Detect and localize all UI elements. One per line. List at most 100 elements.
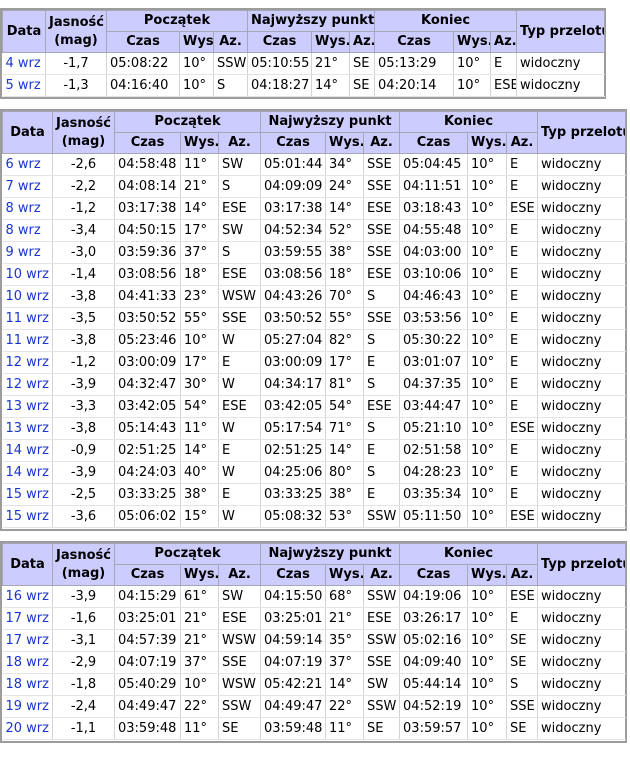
date-link[interactable]: 11 wrz <box>6 333 49 348</box>
start-altitude-cell: 11° <box>180 153 219 176</box>
start-azimuth-cell: SSE <box>218 307 262 330</box>
date-link[interactable]: 12 wrz <box>6 355 49 370</box>
end-altitude-cell: 10° <box>467 219 508 242</box>
start-time-cell: 05:14:43 <box>114 417 181 440</box>
date-link[interactable]: 4 wrz <box>6 56 41 71</box>
start-azimuth-cell: SW <box>218 153 262 176</box>
pass-type-cell: widoczny <box>537 263 626 286</box>
date-link[interactable]: 10 wrz <box>6 267 49 282</box>
date-link[interactable]: 13 wrz <box>6 421 49 436</box>
peak-time-cell: 04:52:34 <box>260 219 327 242</box>
date-link[interactable]: 17 wrz <box>6 633 49 648</box>
end-altitude-cell: 10° <box>467 263 508 286</box>
date-link[interactable]: 5 wrz <box>6 78 41 93</box>
peak-altitude-cell: 55° <box>325 307 365 330</box>
table-row: 16 wrz -3,9 04:15:29 61° SW 04:15:50 68° SSW 04:… <box>2 585 626 608</box>
date-link[interactable]: 18 wrz <box>6 677 49 692</box>
peak-altitude-cell: 18° <box>325 263 365 286</box>
start-time-cell: 04:07:19 <box>114 651 181 674</box>
end-time-cell: 04:19:06 <box>399 585 469 608</box>
header-end-time: Czas <box>399 132 469 154</box>
date-link[interactable]: 12 wrz <box>6 377 49 392</box>
date-link[interactable]: 14 wrz <box>6 465 49 480</box>
start-altitude-cell: 15° <box>180 505 219 528</box>
date-link[interactable]: 14 wrz <box>6 443 49 458</box>
start-altitude-cell: 14° <box>180 197 219 220</box>
start-time-cell: 03:25:01 <box>114 607 181 630</box>
start-altitude-cell: 11° <box>180 717 219 740</box>
end-altitude-cell: 10° <box>467 629 508 652</box>
date-link[interactable]: 18 wrz <box>6 655 49 670</box>
header-pass-type: Typ przelotu <box>537 111 627 154</box>
peak-time-cell: 05:42:21 <box>260 673 327 696</box>
date-link[interactable]: 10 wrz <box>6 289 49 304</box>
date-link[interactable]: 7 wrz <box>6 179 41 194</box>
pass-type-cell: widoczny <box>537 629 626 652</box>
peak-altitude-cell: 14° <box>311 74 351 97</box>
date-link[interactable]: 17 wrz <box>6 611 49 626</box>
start-time-cell: 05:23:46 <box>114 329 181 352</box>
pass-type-cell: widoczny <box>516 52 605 75</box>
pass-type-cell: widoczny <box>537 241 626 264</box>
start-altitude-cell: 11° <box>180 417 219 440</box>
start-time-cell: 04:16:40 <box>106 74 180 97</box>
date-link[interactable]: 16 wrz <box>6 589 49 604</box>
header-peak: Najwyższy punkt <box>260 543 401 565</box>
date-link[interactable]: 8 wrz <box>6 223 41 238</box>
date-link[interactable]: 9 wrz <box>6 245 41 260</box>
peak-time-cell: 04:25:06 <box>260 461 327 484</box>
peak-time-cell: 04:15:50 <box>260 585 327 608</box>
end-time-cell: 04:55:48 <box>399 219 469 242</box>
peak-altitude-cell: 21° <box>325 607 365 630</box>
date-link[interactable]: 8 wrz <box>6 201 41 216</box>
end-time-cell: 03:44:47 <box>399 395 469 418</box>
date-cell: 15 wrz <box>2 505 53 528</box>
peak-azimuth-cell: SSE <box>363 241 401 264</box>
date-link[interactable]: 15 wrz <box>6 509 49 524</box>
date-cell: 4 wrz <box>2 52 46 75</box>
end-time-cell: 04:46:43 <box>399 285 469 308</box>
date-link[interactable]: 11 wrz <box>6 311 49 326</box>
end-altitude-cell: 10° <box>467 351 508 374</box>
pass-type-cell: widoczny <box>537 607 626 630</box>
start-time-cell: 03:33:25 <box>114 483 181 506</box>
peak-azimuth-cell: SE <box>349 52 376 75</box>
date-link[interactable]: 20 wrz <box>6 721 49 736</box>
header-start-time: Czas <box>114 564 181 586</box>
date-link[interactable]: 19 wrz <box>6 699 49 714</box>
header-start-altitude: Wys. <box>180 564 219 586</box>
end-altitude-cell: 10° <box>467 439 508 462</box>
end-altitude-cell: 10° <box>467 175 508 198</box>
header-end-time: Czas <box>374 31 455 53</box>
start-time-cell: 05:06:02 <box>114 505 181 528</box>
end-azimuth-cell: E <box>506 351 539 374</box>
header-date: Data <box>2 111 53 154</box>
start-altitude-cell: 14° <box>180 439 219 462</box>
end-time-cell: 03:35:34 <box>399 483 469 506</box>
peak-time-cell: 05:08:32 <box>260 505 327 528</box>
date-link[interactable]: 15 wrz <box>6 487 49 502</box>
date-cell: 11 wrz <box>2 329 53 352</box>
pass-type-cell: widoczny <box>537 585 626 608</box>
peak-time-cell: 03:50:52 <box>260 307 327 330</box>
date-link[interactable]: 6 wrz <box>6 157 41 172</box>
table-row: 18 wrz -1,8 05:40:29 10° WSW 05:42:21 14° SW 05:… <box>2 673 626 696</box>
pass-type-cell: widoczny <box>537 329 626 352</box>
start-altitude-cell: 37° <box>180 241 219 264</box>
header-peak-altitude: Wys. <box>325 564 365 586</box>
table-row: 15 wrz -2,5 03:33:25 38° E 03:33:25 38° E 03:35:… <box>2 483 626 506</box>
start-time-cell: 04:58:48 <box>114 153 181 176</box>
peak-altitude-cell: 24° <box>325 175 365 198</box>
pass-type-cell: widoczny <box>537 695 626 718</box>
end-azimuth-cell: SE <box>506 717 539 740</box>
end-azimuth-cell: E <box>506 241 539 264</box>
end-time-cell: 05:30:22 <box>399 329 469 352</box>
start-altitude-cell: 22° <box>180 695 219 718</box>
table-row: 14 wrz -3,9 04:24:03 40° W 04:25:06 80° S 04:28:… <box>2 461 626 484</box>
pass-type-cell: widoczny <box>537 153 626 176</box>
end-time-cell: 05:13:29 <box>374 52 455 75</box>
start-altitude-cell: 18° <box>180 263 219 286</box>
date-link[interactable]: 13 wrz <box>6 399 49 414</box>
table-row: 20 wrz -1,1 03:59:48 11° SE 03:59:48 11° SE 03:5… <box>2 717 626 740</box>
table-row: 17 wrz -1,6 03:25:01 21° ESE 03:25:01 21° ESE 03… <box>2 607 626 630</box>
